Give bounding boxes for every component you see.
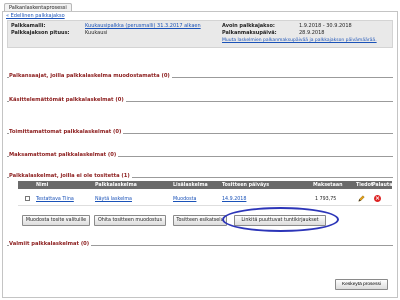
column-maksetaan: Maksetaan (313, 182, 343, 188)
column-nimi: Nimi (36, 182, 49, 188)
keskeyta-prosessi-button[interactable]: Keskeytä prosessi (335, 279, 388, 290)
section-title: Maksamattomat palkkalaskelmat (0) (9, 152, 119, 158)
employee-name-link[interactable]: Testattava Tiina (36, 197, 74, 202)
section-kasittelemattomat[interactable]: Käsittelemättömät palkkalaskelmat (0) (7, 97, 393, 105)
avoin-label: Avoin palkkajakso: (222, 23, 275, 29)
tositteen-esikatselu-button[interactable]: Tositteen esikatselu (173, 215, 227, 226)
table-row: Testattava Tiina Näytä laskelma Muodosta… (18, 191, 392, 206)
section-ei-tositetta[interactable]: Palkkalaskelmat, joilla ei ole tositetta… (7, 173, 393, 181)
column-tiedot: Tiedot (356, 182, 374, 188)
section-title: Valmiit palkkalaskelmat (0) (9, 241, 92, 247)
previous-period-link[interactable]: « Edellinen palkkajakso (6, 13, 65, 19)
linkita-tuntikirjaukset-button[interactable]: Linkitä puuttuvat tuntikirjaukset (234, 215, 326, 226)
nayta-laskelma-link[interactable]: Näytä laskelma (95, 197, 132, 202)
column-lisalaskelma: Lisälaskelma (173, 182, 208, 188)
maksupaiva-label: Palkanmaksupäivä: (222, 30, 277, 36)
muodosta-tosite-button[interactable]: Muodosta tosite valituille (22, 215, 90, 226)
section-valmiit[interactable]: Valmiit palkkalaskelmat (0) (7, 241, 393, 249)
column-paivays: Tositteen päiväys (222, 182, 270, 188)
muuta-maksupaiva-link[interactable]: Muuta laskelmien palkanmaksupäivää ja pa… (222, 38, 377, 43)
section-title: Toimittamattomat palkkalaskelmat (0) (9, 129, 124, 135)
section-maksamattomat[interactable]: Maksamattomat palkkalaskelmat (0) (7, 152, 393, 160)
maksetaan-value: 1 793,75 (315, 197, 337, 202)
period-info-box: Palkkamalli: Kuukausipalkka (perusmalli)… (7, 20, 393, 48)
column-palauta: Palauta (372, 182, 393, 188)
row-checkbox[interactable] (25, 196, 30, 201)
pituus-label: Palkkajakson pituus: (11, 30, 70, 36)
avoin-value: 1.9.2018 - 30.9.2018 (299, 23, 352, 29)
ohita-muodostus-button[interactable]: Ohita tositteen muodostus (94, 215, 166, 226)
delete-icon[interactable]: × (374, 194, 381, 202)
palkkamalli-link[interactable]: Kuukausipalkka (perusmalli) 31.3.2017 al… (85, 23, 201, 29)
column-palkkalaskelma: Palkkalaskelma (95, 182, 137, 188)
tosite-paivays-link[interactable]: 14.9.2018 (222, 197, 246, 202)
section-toimittamattomat[interactable]: Toimittamattomat palkkalaskelmat (0) (7, 129, 393, 137)
pituus-value: Kuukausi (85, 30, 108, 36)
table-header: Nimi Palkkalaskelma Lisälaskelma Tositte… (18, 181, 392, 189)
section-title: Käsittelemättömät palkkalaskelmat (0) (9, 97, 126, 103)
muodosta-lisalaskelma-link[interactable]: Muodosta (173, 197, 196, 202)
section-title: Palkansaajat, joilla palkkalaskelma muod… (9, 73, 172, 79)
palkkamalli-label: Palkkamalli: (11, 23, 46, 29)
section-title: Palkkalaskelmat, joilla ei ole tositetta… (9, 173, 132, 179)
pencil-icon[interactable] (358, 195, 365, 202)
maksupaiva-value: 28.9.2018 (299, 30, 325, 36)
section-muodostamatta[interactable]: Palkansaajat, joilla palkkalaskelma muod… (7, 73, 393, 81)
